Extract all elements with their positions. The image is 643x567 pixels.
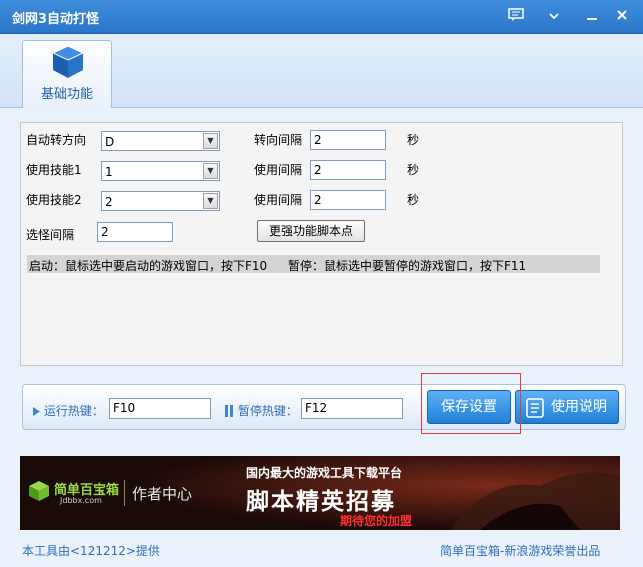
hint-bar: 启动：鼠标选中要启动的游戏窗口，按下F10 暂停：鼠标选中要暂停的游戏窗口，按下…	[27, 255, 600, 273]
footer-publisher-link[interactable]: 简单百宝箱-新浪游戏荣誉出品	[440, 542, 600, 559]
skill2-select[interactable]: 2 ▼	[101, 191, 220, 211]
banner-divider	[124, 480, 125, 506]
banner-headline: 国内最大的游戏工具下载平台	[246, 466, 403, 480]
chevron-down-icon: ▼	[203, 163, 218, 179]
run-hotkey-input[interactable]: F10	[109, 398, 211, 419]
skill2-value: 2	[105, 195, 113, 209]
skill1-interval-label: 使用间隔	[254, 163, 303, 177]
skill2-label: 使用技能2	[26, 193, 82, 207]
chevron-down-icon: ▼	[203, 133, 218, 149]
skill1-label: 使用技能1	[26, 163, 82, 177]
run-hotkey-label: 运行热键：	[33, 402, 104, 419]
turn-direction-select[interactable]: D ▼	[101, 131, 220, 151]
skill1-select[interactable]: 1 ▼	[101, 161, 220, 181]
banner-tagline: 期待您的加盟	[340, 514, 413, 528]
turn-interval-input[interactable]: 2	[310, 130, 386, 150]
cube-icon	[51, 44, 85, 83]
banner-domain: Jdbbx.com	[60, 496, 102, 505]
minimize-icon[interactable]	[582, 8, 602, 26]
skill1-value: 1	[105, 165, 113, 179]
banner-ad[interactable]: 简单百宝箱 Jdbbx.com 作者中心 国内最大的游戏工具下载平台 脚本精英招…	[20, 456, 620, 530]
hint-start: 启动：鼠标选中要启动的游戏窗口，按下F10	[29, 259, 268, 273]
tab-label: 基础功能	[40, 87, 93, 102]
skill2-interval-label: 使用间隔	[254, 193, 303, 207]
script-points-button[interactable]: 更强功能脚本点	[257, 220, 365, 242]
footer-provider-link[interactable]: 本工具由<121212>提供	[22, 542, 160, 559]
run-hotkey-text: 运行热键：	[43, 404, 104, 418]
document-icon	[526, 398, 544, 418]
pause-hotkey-text: 暂停热键：	[237, 404, 298, 418]
feedback-icon[interactable]	[506, 8, 526, 26]
help-button-label: 使用说明	[551, 399, 607, 415]
hotkey-bar: 运行热键： F10 暂停热键： F12 保存设置 使用说明	[22, 384, 626, 430]
dropdown-menu-icon[interactable]	[544, 8, 564, 26]
select-interval-label: 选怪间隔	[26, 228, 75, 242]
turn-direction-label: 自动转方向	[26, 133, 87, 147]
hint-pause: 暂停：鼠标选中要暂停的游戏窗口，按下F11	[288, 259, 527, 273]
help-button[interactable]: 使用说明	[515, 390, 619, 424]
brand-logo-icon	[29, 481, 49, 501]
skill2-interval-input[interactable]: 2	[310, 190, 386, 210]
pause-icon	[225, 405, 233, 417]
select-interval-input[interactable]: 2	[97, 222, 173, 242]
turn-direction-value: D	[105, 135, 115, 149]
pause-hotkey-label: 暂停热键：	[224, 402, 298, 419]
chevron-down-icon: ▼	[203, 193, 218, 209]
highlight-box	[421, 373, 521, 434]
window-title: 剑网3自动打怪	[12, 12, 100, 27]
skill2-interval-unit: 秒	[407, 193, 420, 207]
skill1-interval-input[interactable]: 2	[310, 160, 386, 180]
settings-panel: 自动转方向 D ▼ 转向间隔 2 秒 使用技能1 1 ▼ 使用间隔 2 秒 使用…	[20, 122, 623, 366]
play-icon	[33, 407, 40, 416]
banner-recruit: 脚本精英招募	[246, 489, 396, 515]
skill1-interval-unit: 秒	[407, 163, 420, 177]
close-icon[interactable]	[612, 8, 632, 26]
banner-author-center: 作者中心	[132, 485, 193, 503]
turn-interval-unit: 秒	[407, 133, 420, 147]
turn-interval-label: 转向间隔	[254, 133, 303, 147]
pause-hotkey-input[interactable]: F12	[301, 398, 403, 419]
tab-basic-functions[interactable]: 基础功能	[22, 40, 112, 108]
tab-strip: 基础功能	[0, 34, 643, 108]
title-bar: 剑网3自动打怪	[0, 0, 643, 34]
